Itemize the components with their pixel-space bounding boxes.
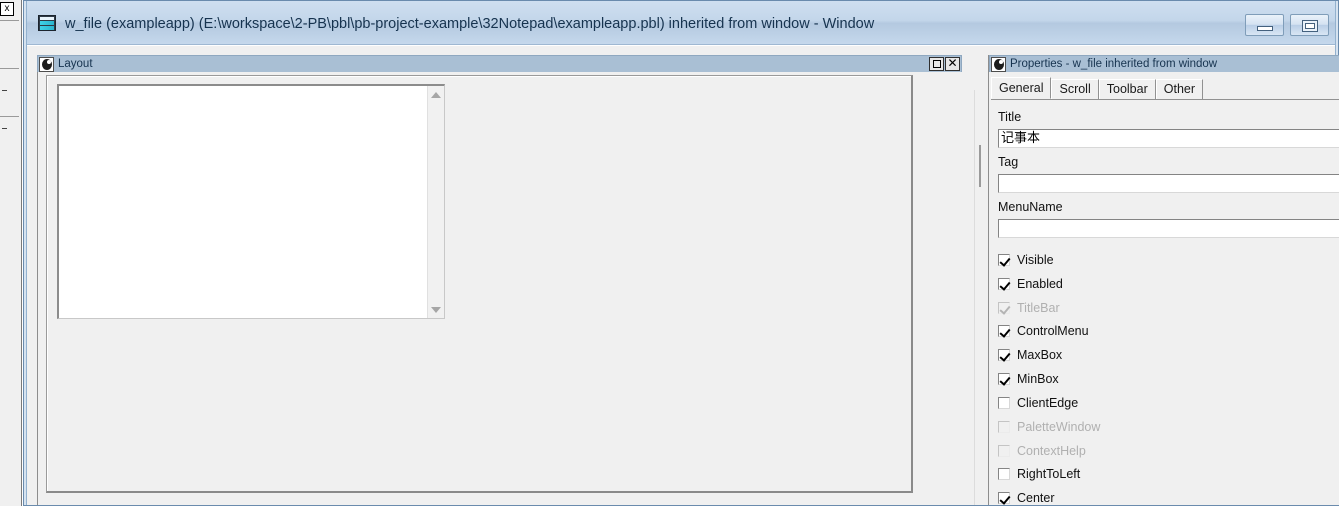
window-frame: w_file (exampleapp) (E:\workspace\2-PB\p… — [26, 1, 1339, 505]
checkbox-righttoleft[interactable]: RightToLeft — [998, 466, 1080, 482]
checkbox-label: RightToLeft — [1017, 467, 1081, 481]
checkbox-label: ClientEdge — [1017, 396, 1079, 410]
mdi-client-area: Layout ✕ Properties - w_file inherited f… — [27, 45, 1339, 505]
tab-general[interactable]: General — [991, 77, 1052, 99]
minimize-icon — [1257, 26, 1273, 31]
checkbox-label: PaletteWindow — [1017, 420, 1101, 434]
checkbox-indicator[interactable] — [998, 373, 1010, 385]
pane-splitter[interactable] — [974, 90, 986, 505]
checkbox-enabled[interactable]: Enabled — [998, 276, 1063, 292]
tab-other[interactable]: Other — [1155, 79, 1204, 99]
checkbox-label: Enabled — [1017, 277, 1063, 291]
checkbox-indicator — [998, 421, 1010, 433]
tab-toolbar[interactable]: Toolbar — [1098, 79, 1156, 99]
menuname-label: MenuName — [998, 200, 1063, 214]
close-button[interactable]: ✕ — [945, 56, 960, 71]
window-painter-icon — [38, 15, 56, 31]
checkbox-indicator[interactable] — [998, 468, 1010, 480]
checkbox-contexthelp: ContextHelp — [998, 443, 1086, 459]
sliver-tick — [2, 90, 7, 91]
checkbox-clientedge[interactable]: ClientEdge — [998, 395, 1078, 411]
checkbox-maxbox[interactable]: MaxBox — [998, 347, 1062, 363]
scroll-up-arrow-icon[interactable] — [428, 86, 444, 103]
checkbox-indicator[interactable] — [998, 492, 1010, 504]
checkbox-label: MaxBox — [1017, 348, 1063, 362]
powerbuilder-painter-icon — [39, 56, 54, 72]
powerbuilder-painter-icon — [991, 56, 1006, 72]
title-bar: w_file (exampleapp) (E:\workspace\2-PB\p… — [27, 1, 1335, 45]
close-icon: ✕ — [947, 56, 958, 70]
minimize-button[interactable] — [1245, 14, 1284, 36]
sliver-tick — [2, 128, 7, 129]
vertical-scrollbar[interactable] — [427, 86, 444, 318]
properties-pane: Properties - w_file inherited from windo… — [988, 55, 1339, 505]
checkbox-visible[interactable]: Visible — [998, 252, 1054, 268]
checkbox-indicator[interactable] — [998, 254, 1010, 266]
sliver-divider — [0, 116, 19, 117]
page-title: w_file (exampleapp) (E:\workspace\2-PB\p… — [65, 16, 875, 32]
properties-tabs: General Scroll Toolbar Other — [991, 77, 1339, 100]
checkbox-minbox[interactable]: MinBox — [998, 371, 1059, 387]
checkbox-label: MinBox — [1017, 372, 1059, 386]
checkbox-label: Center — [1017, 491, 1055, 505]
layout-canvas[interactable] — [37, 72, 962, 505]
menuname-field[interactable] — [998, 219, 1339, 238]
scroll-down-arrow-icon[interactable] — [428, 301, 444, 318]
checkbox-label: ContextHelp — [1017, 444, 1086, 458]
checkbox-label: TitleBar — [1017, 301, 1060, 315]
adjacent-pane-sliver: x — [0, 0, 22, 506]
tab-scroll[interactable]: Scroll — [1051, 79, 1099, 99]
checkbox-label: Visible — [1017, 253, 1054, 267]
layout-pane-caption: Layout ✕ — [37, 55, 962, 72]
designed-window-surface[interactable] — [46, 75, 913, 493]
checkbox-titlebar: TitleBar — [998, 300, 1060, 316]
checkbox-controlmenu[interactable]: ControlMenu — [998, 323, 1089, 339]
checkbox-label: ControlMenu — [1017, 324, 1089, 338]
layout-pane-title: Layout — [58, 58, 93, 70]
checkbox-indicator[interactable] — [998, 278, 1010, 290]
properties-content: General Scroll Toolbar Other Title 记事本 T… — [989, 72, 1339, 505]
checkbox-indicator — [998, 445, 1010, 457]
checkbox-indicator[interactable] — [998, 325, 1010, 337]
properties-pane-caption: Properties - w_file inherited from windo… — [989, 55, 1339, 72]
tag-field[interactable] — [998, 174, 1339, 193]
sliver-divider — [0, 68, 19, 69]
layout-pane: Layout ✕ — [37, 55, 962, 505]
splitter-grip[interactable] — [979, 145, 981, 187]
window-painter-window: w_file (exampleapp) (E:\workspace\2-PB\p… — [23, 0, 1339, 506]
restore-button[interactable] — [1290, 14, 1329, 36]
multiline-edit-control[interactable] — [57, 84, 445, 319]
checkbox-indicator[interactable] — [998, 397, 1010, 409]
maximize-icon — [933, 60, 941, 68]
title-field[interactable]: 记事本 — [998, 129, 1339, 148]
maximize-button[interactable] — [929, 57, 944, 71]
checkbox-palettewindow: PaletteWindow — [998, 419, 1100, 435]
checkbox-indicator[interactable] — [998, 349, 1010, 361]
checkbox-indicator — [998, 302, 1010, 314]
sliver-divider — [0, 20, 19, 21]
tag-label: Tag — [998, 155, 1019, 169]
properties-pane-title: Properties - w_file inherited from windo… — [1010, 58, 1218, 70]
checkbox-center[interactable]: Center — [998, 490, 1055, 506]
layout-pane-buttons: ✕ — [929, 56, 960, 71]
title-label: Title — [998, 110, 1022, 124]
close-icon[interactable]: x — [0, 2, 14, 16]
